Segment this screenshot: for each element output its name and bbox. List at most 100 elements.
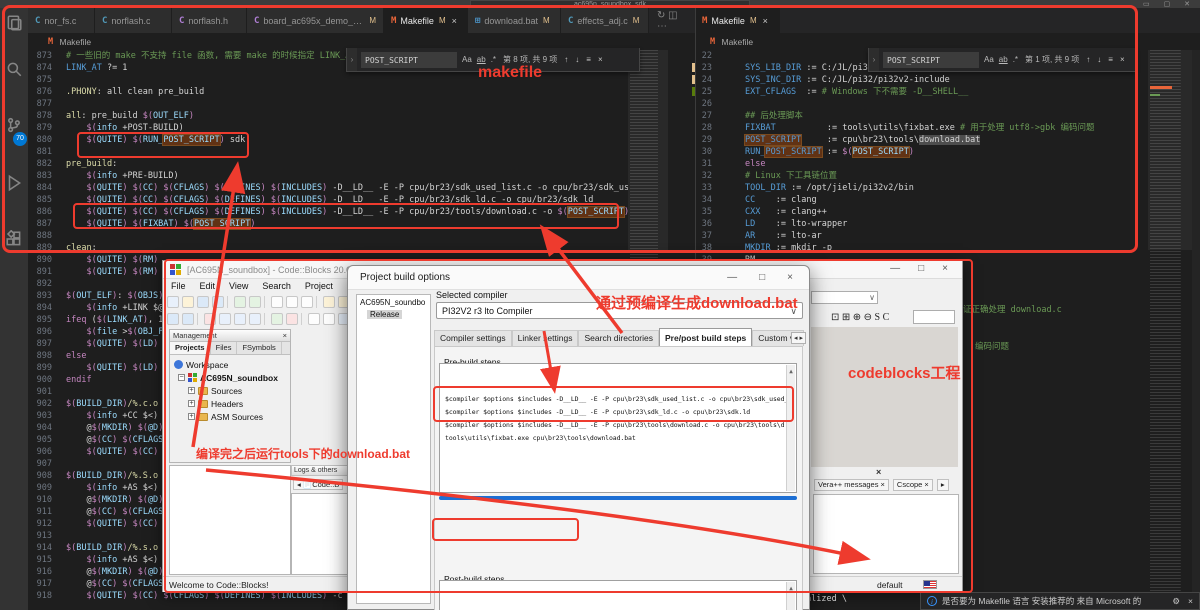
- close-icon[interactable]: ×: [452, 16, 457, 26]
- code-line-878[interactable]: 878 all: pre_build $(OUT_ELF): [28, 110, 668, 122]
- code-line-32[interactable]: 32 # Linux 下工具链位置: [696, 170, 1140, 182]
- tab-norflash.h[interactable]: Cnorflash.h: [172, 8, 247, 33]
- codeblocks-toolbar-2[interactable]: [167, 311, 350, 327]
- notification-toast[interactable]: i 是否要为 Makefile 语言 安装推荐的 来自 Microsoft 的 …: [920, 592, 1200, 610]
- menu-edit[interactable]: Edit: [200, 281, 216, 291]
- management-caption[interactable]: Management ×: [170, 330, 290, 342]
- code-line-875[interactable]: 875: [28, 74, 668, 86]
- dialog-window-controls[interactable]: — □ ×: [727, 272, 793, 283]
- management-tab-projects[interactable]: Projects: [170, 342, 211, 354]
- tab-Makefile[interactable]: M Makefile M ×: [695, 8, 780, 33]
- tab-board_ac695x_demo_cfg.h[interactable]: Cboard_ac695x_demo_cfg.h M: [247, 8, 384, 33]
- window-controls[interactable]: ▭ ▢ ✕: [1143, 0, 1196, 8]
- code-line-877[interactable]: 877: [28, 98, 668, 110]
- code-line-883[interactable]: 883 $(info +PRE-BUILD): [28, 170, 668, 182]
- code-line-34[interactable]: 34 CC := clang: [696, 194, 1140, 206]
- menu-search[interactable]: Search: [262, 281, 291, 291]
- codeblocks-editor-area[interactable]: [169, 465, 291, 575]
- codeblocks-window-controls[interactable]: — □ ×: [890, 263, 948, 274]
- code-line-884[interactable]: 884 $(QUITE) $(CC) $(CFLAGS) $(DEFINES) …: [28, 182, 668, 194]
- dialog-tab-pre-post-build-steps[interactable]: Pre/post build steps: [659, 328, 753, 346]
- logs-tab-vera++[interactable]: Vera++ messages ×: [814, 479, 889, 491]
- expander-icon[interactable]: +: [188, 387, 195, 394]
- find-prev-icon[interactable]: ↑: [1086, 55, 1090, 64]
- regex-icon[interactable]: .*: [491, 55, 496, 64]
- command-center-search[interactable]: ac695n_soundbox_sdk: [470, 0, 750, 8]
- whole-word-icon[interactable]: ab: [477, 55, 486, 64]
- code-line-31[interactable]: 31 else: [696, 158, 1140, 170]
- logs-tab-cscope[interactable]: Cscope ×: [892, 479, 933, 491]
- tab-download.bat[interactable]: ⊞ download.bat M: [468, 8, 561, 33]
- code-line-882[interactable]: 882 pre_build:: [28, 158, 668, 170]
- find-next-icon[interactable]: ↓: [1097, 55, 1101, 64]
- gear-icon[interactable]: ⚙: [1172, 596, 1180, 607]
- find-expand-toggle[interactable]: ›: [869, 48, 879, 71]
- code-line-27[interactable]: 27 ## 后处理脚本: [696, 110, 1140, 122]
- find-input[interactable]: POST_SCRIPT: [883, 51, 979, 68]
- tree-item-workspace[interactable]: Workspace: [170, 358, 290, 371]
- code-line-881[interactable]: 881: [28, 146, 668, 158]
- explorer-icon[interactable]: [5, 14, 23, 32]
- code-line-36[interactable]: 36 LD := lto-wrapper: [696, 218, 1140, 230]
- logs-tabs-more[interactable]: ▸: [936, 479, 949, 491]
- expander-icon[interactable]: +: [188, 413, 195, 420]
- management-tab-files[interactable]: Files: [211, 342, 238, 354]
- code-line-889[interactable]: 889 clean:: [28, 242, 668, 254]
- code-line-29[interactable]: 29 POST_SCRIPT := cpu\br23\tools\download…: [696, 134, 1140, 146]
- code-line-888[interactable]: 888: [28, 230, 668, 242]
- tree-item-headers[interactable]: + Headers: [170, 397, 290, 410]
- tab-effects_adj.c[interactable]: Ceffects_adj.c M: [561, 8, 649, 33]
- code-line-886[interactable]: 886 $(QUITE) $(CC) $(CFLAGS) $(DEFINES) …: [28, 206, 668, 218]
- compiler-combobox[interactable]: PI32V2 r3 lto Compiler ∨: [436, 302, 803, 319]
- code-line-25[interactable]: 25 EXT_CFLAGS := # Windows 下不需要 -D__SHELL…: [696, 86, 1140, 98]
- tree-item-sources[interactable]: + Sources: [170, 384, 290, 397]
- breadcrumb-right[interactable]: M Makefile: [710, 33, 753, 50]
- editor-scrollbar[interactable]: [1192, 50, 1200, 610]
- management-tab-fsymbols[interactable]: FSymbols: [237, 342, 282, 354]
- find-expand-toggle[interactable]: ›: [347, 48, 357, 71]
- tree-item-project[interactable]: AC695N_soundbo: [357, 295, 430, 307]
- tree-item-ac695n_soundbox[interactable]: − AC695N_soundbox: [170, 371, 290, 384]
- codeblocks-search-field[interactable]: [913, 310, 955, 324]
- code-line-885[interactable]: 885 $(QUITE) $(CC) $(CFLAGS) $(DEFINES) …: [28, 194, 668, 206]
- find-close-icon[interactable]: ×: [1120, 55, 1125, 64]
- code-line-33[interactable]: 33 TOOL_DIR := /opt/jieli/pi32v2/bin: [696, 182, 1140, 194]
- scrollbar[interactable]: ▲: [786, 582, 795, 610]
- dialog-tab-compiler-settings[interactable]: Compiler settings: [434, 330, 512, 346]
- tab-Makefile[interactable]: M Makefile M ×: [384, 8, 468, 33]
- breadcrumb-left[interactable]: M Makefile: [48, 33, 91, 50]
- postbuild-steps-textarea[interactable]: ▲cpu\br23\tools\download.bat sdk: [439, 580, 797, 610]
- find-prev-icon[interactable]: ↑: [564, 55, 568, 64]
- find-next-icon[interactable]: ↓: [575, 55, 579, 64]
- tree-item-release[interactable]: Release: [367, 310, 403, 319]
- close-icon[interactable]: ×: [763, 16, 768, 26]
- editor-actions-icons[interactable]: ↻ ◫ ⋯: [649, 8, 695, 33]
- scrollbar[interactable]: ▲: [786, 365, 795, 491]
- logs-tab-codeblocks[interactable]: ◂ 📄Code::B: [293, 479, 344, 490]
- menu-project[interactable]: Project: [305, 281, 333, 291]
- match-case-icon[interactable]: Aa: [462, 55, 472, 64]
- code-line-880[interactable]: 880 $(QUITE) $(RUN_POST_SCRIPT) sdk: [28, 134, 668, 146]
- code-line-30[interactable]: 30 RUN_POST_SCRIPT := $(POST_SCRIPT): [696, 146, 1140, 158]
- find-in-selection-icon[interactable]: ≡: [1108, 55, 1113, 64]
- menu-view[interactable]: View: [229, 281, 248, 291]
- code-line-879[interactable]: 879 $(info +POST-BUILD): [28, 122, 668, 134]
- regex-icon[interactable]: .*: [1013, 55, 1018, 64]
- run-debug-icon[interactable]: [5, 174, 23, 192]
- logs-caption[interactable]: Logs & others: [291, 465, 351, 476]
- dialog-titlebar[interactable]: Project build options — □ ×: [348, 266, 809, 290]
- match-case-icon[interactable]: Aa: [984, 55, 994, 64]
- minimap-slider[interactable]: [628, 50, 668, 250]
- find-in-selection-icon[interactable]: ≡: [586, 55, 591, 64]
- find-input[interactable]: POST_SCRIPT: [361, 51, 457, 68]
- extensions-icon[interactable]: [5, 229, 23, 248]
- code-line-28[interactable]: 28 FIXBAT := tools\utils\fixbat.exe # 用于处…: [696, 122, 1140, 134]
- horizontal-scrollbar[interactable]: [439, 496, 797, 500]
- code-line-887[interactable]: 887 $(QUITE) $(FIXBAT) $(POST_SCRIPT): [28, 218, 668, 230]
- close-icon[interactable]: ×: [1188, 596, 1193, 606]
- dialog-tab-linker-settings[interactable]: Linker settings: [511, 330, 579, 346]
- prebuild-steps-textarea[interactable]: ▲ $compiler $options $includes -D__LD__ -…: [439, 363, 797, 493]
- build-target-combo[interactable]: ∨: [811, 291, 878, 304]
- expander-icon[interactable]: +: [188, 400, 195, 407]
- code-line-35[interactable]: 35 CXX := clang++: [696, 206, 1140, 218]
